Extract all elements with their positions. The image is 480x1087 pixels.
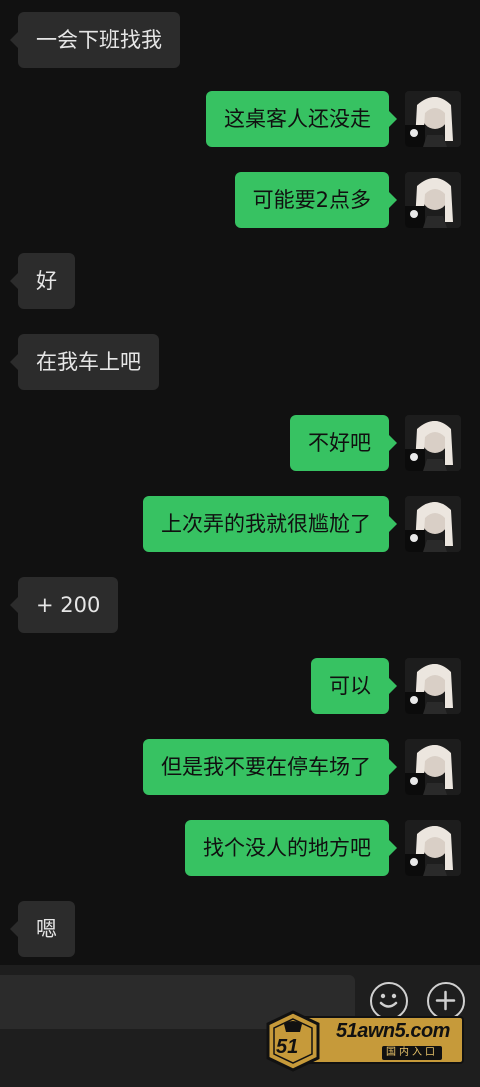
message-bubble-sent[interactable]: 找个没人的地方吧: [185, 820, 397, 876]
message-bubble-received[interactable]: 嗯: [10, 901, 75, 957]
watermark-badge-text: 51: [276, 1036, 299, 1058]
message-bubble-received[interactable]: 在我车上吧: [10, 334, 159, 390]
watermark-title: 51awn5.com: [336, 1020, 450, 1042]
my-avatar[interactable]: [405, 91, 461, 147]
message-bubble-sent[interactable]: 可能要2点多: [234, 172, 398, 228]
chat-message-list[interactable]: 一会下班找我 这桌客人还没走 可能要2点多 好 在我车上吧 不好吧 上次弄的我就…: [0, 0, 480, 965]
message-bubble-sent[interactable]: 上次弄的我就很尴尬了: [143, 496, 397, 552]
message-bubble-received[interactable]: + 200: [9, 577, 119, 633]
my-avatar[interactable]: [405, 820, 461, 876]
my-avatar[interactable]: [405, 415, 461, 471]
site-watermark: 51awn5.com 国内入口 51: [262, 1010, 468, 1072]
message-bubble-sent[interactable]: 但是我不要在停车场了: [143, 739, 397, 795]
my-avatar[interactable]: [405, 496, 461, 552]
my-avatar[interactable]: [405, 172, 461, 228]
message-bubble-received[interactable]: 一会下班找我: [10, 12, 180, 68]
message-bubble-sent[interactable]: 不好吧: [290, 415, 397, 471]
my-avatar[interactable]: [405, 658, 461, 714]
message-bubble-sent[interactable]: 可以: [311, 658, 397, 714]
message-bubble-sent[interactable]: 这桌客人还没走: [206, 91, 397, 147]
watermark-badge: 51: [262, 1010, 324, 1072]
message-bubble-received[interactable]: 好: [10, 253, 75, 309]
my-avatar[interactable]: [405, 739, 461, 795]
watermark-subtitle: 国内入口: [382, 1046, 442, 1060]
